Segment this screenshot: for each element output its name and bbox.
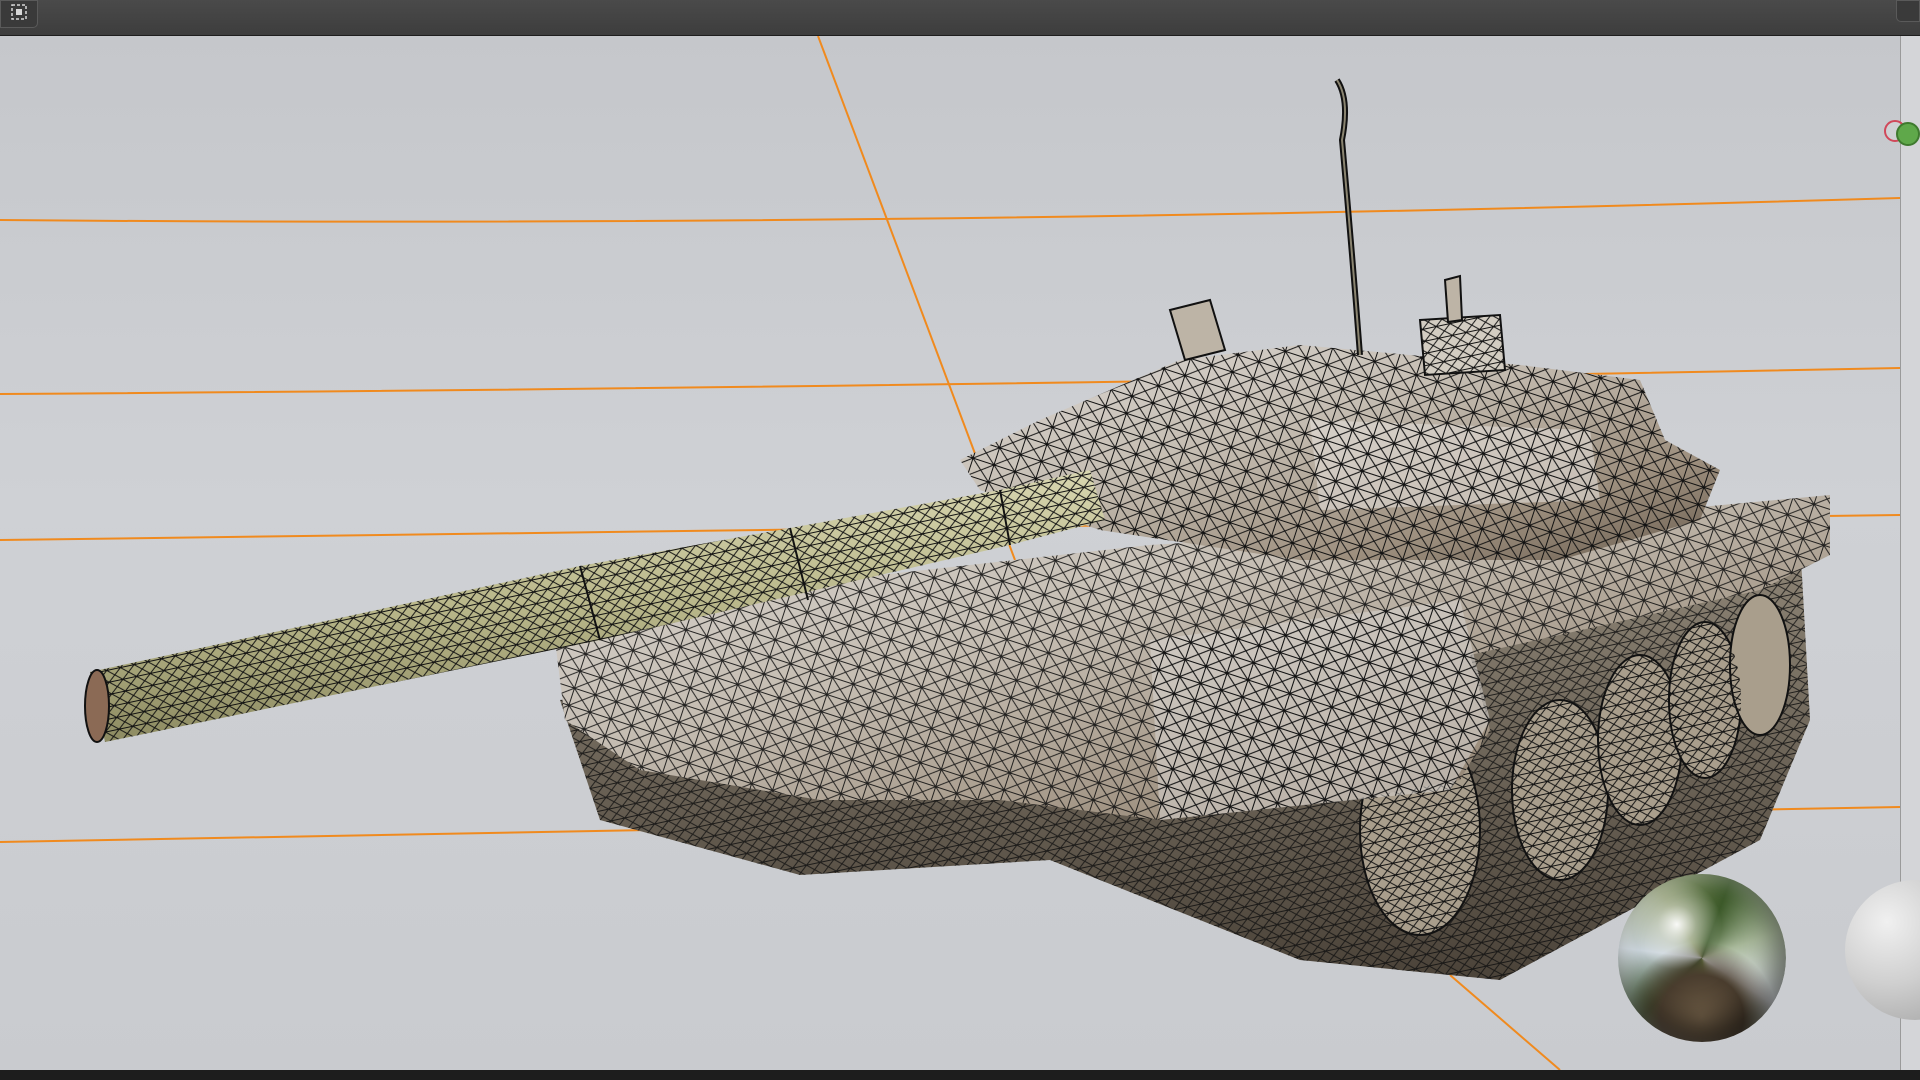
select-box-button[interactable] xyxy=(0,0,38,28)
select-box-icon xyxy=(10,3,28,25)
status-bar xyxy=(0,1070,1920,1080)
3d-viewport[interactable] xyxy=(0,36,1900,1070)
y-axis-gizmo-icon[interactable] xyxy=(1896,122,1920,146)
viewport-scene xyxy=(0,36,1900,1070)
corner-widget-icon[interactable] xyxy=(1896,0,1920,22)
hdri-preview-sphere-icon xyxy=(1618,874,1786,1042)
viewport-header xyxy=(0,0,1920,36)
